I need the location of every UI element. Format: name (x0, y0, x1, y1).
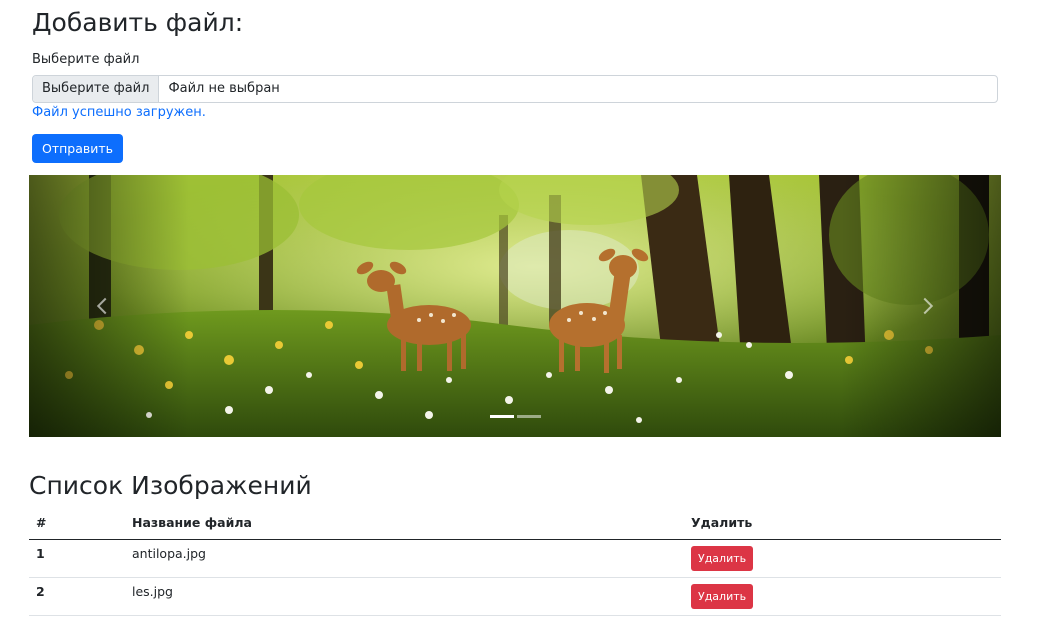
table-row: 1 antilopa.jpg Удалить (29, 539, 1001, 578)
column-header-delete: Удалить (684, 510, 1001, 540)
carousel-prev-button[interactable] (29, 175, 175, 437)
row-number: 1 (29, 539, 125, 578)
image-list-section: Список Изображений # Название файла Удал… (29, 470, 1001, 616)
upload-heading: Добавить файл: (32, 8, 244, 37)
row-filename: les.jpg (125, 577, 684, 616)
file-input[interactable]: Выберите файл Файл не выбран (32, 75, 998, 103)
delete-button[interactable]: Удалить (691, 583, 754, 609)
file-name-status: Файл не выбран (168, 81, 280, 96)
delete-button[interactable]: Удалить (691, 545, 754, 571)
image-carousel (29, 175, 1001, 437)
table-header-row: # Название файла Удалить (29, 510, 1001, 540)
upload-success-message: Файл успешно загружен. (32, 105, 206, 120)
carousel-indicator-1[interactable] (489, 415, 514, 418)
chevron-left-icon (96, 297, 107, 315)
table-row: 2 les.jpg Удалить (29, 577, 1001, 616)
row-number: 2 (29, 577, 125, 616)
carousel-indicators (29, 415, 1001, 418)
carousel-indicator-2[interactable] (516, 415, 541, 418)
carousel-next-button[interactable] (855, 175, 1001, 437)
submit-button[interactable]: Отправить (32, 134, 124, 163)
row-delete-cell: Удалить (684, 577, 1001, 616)
column-header-number: # (29, 510, 125, 540)
row-filename: antilopa.jpg (125, 539, 684, 578)
chevron-right-icon (923, 297, 934, 315)
image-table: # Название файла Удалить 1 antilopa.jpg … (29, 510, 1001, 616)
row-delete-cell: Удалить (684, 539, 1001, 578)
image-list-heading: Список Изображений (29, 471, 312, 500)
choose-file-button[interactable]: Выберите файл (33, 76, 160, 102)
column-header-filename: Название файла (125, 510, 684, 540)
file-field-label: Выберите файл (32, 52, 140, 67)
